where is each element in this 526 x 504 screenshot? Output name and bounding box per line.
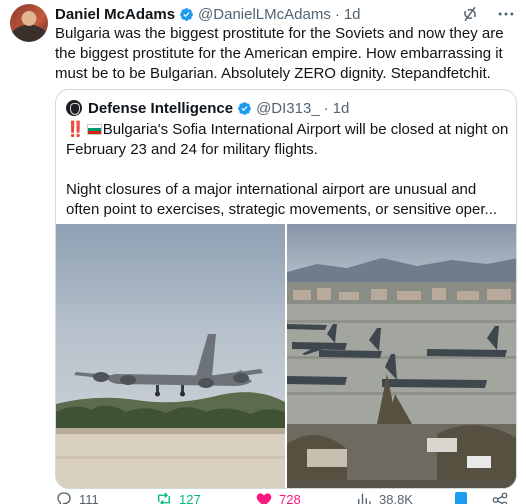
quote-line-1: Bulgaria's Sofia International Airport w… xyxy=(66,121,509,158)
views-icon xyxy=(358,493,371,504)
verified-icon xyxy=(238,101,251,115)
quote-author-handle[interactable]: @DI313_ xyxy=(256,100,320,117)
repost-icon xyxy=(158,492,170,504)
separator-dot: · xyxy=(334,5,340,23)
quote-paragraph-1: ‼️ Bulgaria's Sofia International Airport… xyxy=(66,120,511,160)
reply-button[interactable]: 111 xyxy=(55,490,99,504)
repost-count: 127 xyxy=(179,491,201,504)
media-image-aircraft[interactable] xyxy=(56,224,285,489)
flag-bulgaria-icon xyxy=(86,124,102,135)
tweet-time[interactable]: 1d xyxy=(344,6,361,23)
tweet-text: Bulgaria was the biggest prostitute for … xyxy=(55,25,504,82)
verified-icon xyxy=(180,7,193,21)
media-image-airport[interactable] xyxy=(287,224,517,489)
share-icon[interactable] xyxy=(491,491,509,504)
more-icon[interactable] xyxy=(496,4,516,24)
author-name[interactable]: Daniel McAdams xyxy=(55,6,175,23)
author-avatar[interactable] xyxy=(10,4,48,42)
grok-icon[interactable] xyxy=(460,4,480,24)
double-exclamation-icon: ‼️ xyxy=(66,121,85,138)
quote-author-name[interactable]: Defense Intelligence xyxy=(88,100,233,117)
quote-author-avatar[interactable] xyxy=(66,100,82,116)
like-count: 728 xyxy=(279,491,301,504)
repost-button[interactable]: 127 xyxy=(155,490,201,504)
quoted-tweet[interactable]: Defense Intelligence @DI313_ · 1d ‼️ Bulg… xyxy=(55,89,517,489)
quote-line-2: Night closures of a major international … xyxy=(66,181,498,218)
separator-dot: · xyxy=(323,99,329,117)
quote-text: ‼️ Bulgaria's Sofia International Airport… xyxy=(66,120,511,220)
author-handle[interactable]: @DanielLMcAdams xyxy=(198,6,331,23)
quote-time[interactable]: 1d xyxy=(333,100,350,117)
reply-count: 111 xyxy=(79,491,99,504)
quote-header: Defense Intelligence @DI313_ · 1d xyxy=(66,98,349,118)
tweet-header: Daniel McAdams @DanielLMcAdams · 1d xyxy=(55,4,516,24)
reply-icon xyxy=(57,492,71,504)
views-count: 38.8K xyxy=(379,491,413,504)
views-button[interactable]: 38.8K xyxy=(355,490,413,504)
like-button[interactable]: 728 xyxy=(255,490,301,504)
like-icon xyxy=(256,493,272,504)
tweet-actions: 111 127 728 38.8K xyxy=(55,490,517,504)
bookmark-icon[interactable] xyxy=(455,492,467,504)
